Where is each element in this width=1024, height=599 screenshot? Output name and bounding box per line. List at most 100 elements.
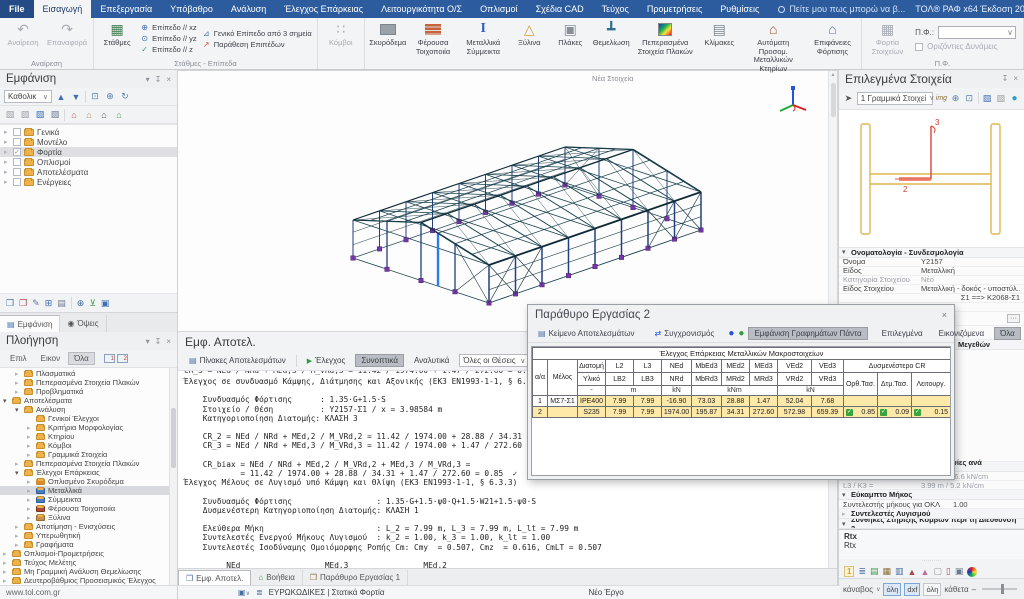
tab-insert[interactable]: Εισαγωγή	[34, 0, 92, 18]
results-bottom-tab[interactable]: ❒Εμφ. Αποτελ.	[178, 570, 251, 585]
green-dot-icon[interactable]: ●	[738, 328, 744, 339]
checkbox[interactable]	[13, 138, 21, 146]
close-icon[interactable]: ×	[942, 310, 947, 320]
juxtapose-planes-button[interactable]: ↗Παράθεση Επιπέδων	[202, 39, 312, 49]
tool-icon[interactable]: ❒	[6, 298, 14, 309]
nav-tab-shown[interactable]: Εικον	[35, 352, 66, 365]
nav-tab-all[interactable]: Όλα	[68, 352, 95, 365]
tab-analysis[interactable]: Ανάλυση	[222, 0, 275, 18]
table-row[interactable]: 1 ΜΣ7-Σ1 IPE400 7.99 7.99 -16.90 73.03 2…	[533, 396, 951, 407]
detailed-toggle[interactable]: Αναλυτικά	[408, 354, 455, 367]
render-cube-icon[interactable]: ▧	[982, 93, 993, 104]
grid-all-toggle[interactable]: όλη	[883, 583, 901, 596]
prop-row[interactable]: Συντελεστής μήκους για ΟΚΛ1.00	[839, 500, 1024, 509]
tab-report[interactable]: Τεύχος	[593, 0, 638, 18]
tab-file[interactable]: File	[0, 0, 34, 18]
workwindow-2-icon[interactable]: 2	[117, 354, 128, 363]
tool-icon[interactable]: ▣	[101, 298, 110, 309]
tab-cad-drawings[interactable]: Σχέδια CAD	[527, 0, 593, 18]
zoom-window-icon[interactable]: ⊡	[964, 93, 975, 104]
hidden-line-icon[interactable]: ▧	[19, 109, 31, 120]
levels-button[interactable]: ▦Στάθμες	[97, 19, 137, 58]
undo-button[interactable]: ↶Αναίρεση	[3, 19, 43, 58]
tree-item-reinforcement[interactable]: ▸Οπλισμοί	[0, 157, 177, 167]
section-buckling[interactable]: ▸Συντελεστές Λυγισμού	[839, 509, 1024, 519]
solid-view-icon[interactable]: ●	[1009, 93, 1020, 104]
tab-settings[interactable]: Ρυθμίσεις	[711, 0, 768, 18]
view-home-tan-icon[interactable]: ⌂	[83, 110, 95, 120]
table-row[interactable]: 2 S235 7.99 7.99 1974.00 195.87 34.31 27…	[533, 407, 951, 418]
shown-filter[interactable]: Εικονιζόμενα	[933, 327, 990, 340]
image-button[interactable]: img	[936, 95, 947, 102]
prop-row[interactable]: L3 / K3 =3.99 m / 5.2 kN/cm	[839, 481, 1024, 490]
tool-icon[interactable]: ⊕	[77, 298, 85, 309]
zoom-window-icon[interactable]: ⊡	[89, 91, 101, 102]
tab-adequacy-check[interactable]: Έλεγχος Επάρκειας	[275, 0, 372, 18]
tool-icon[interactable]: ▥	[895, 566, 904, 577]
tool-icon[interactable]	[967, 567, 977, 577]
tool-icon[interactable]: ▲	[920, 567, 929, 577]
nav-item[interactable]: ▸Κριτήρια Μορφολογίας	[0, 423, 177, 432]
selected-filter[interactable]: Επιλεγμένα	[876, 327, 929, 340]
plane-yz-button[interactable]: ⊙Επίπεδο // yz	[140, 34, 197, 44]
close-icon[interactable]: ×	[166, 75, 171, 84]
tree-item-actions[interactable]: ▸Ενέργειες	[0, 177, 177, 187]
view-home-green-icon[interactable]: ⌂	[113, 110, 125, 120]
viewport-scrollbar[interactable]: ▴	[828, 71, 837, 331]
tool-icon[interactable]: ▣	[955, 566, 964, 577]
nav-item-results[interactable]: ▾Αποτελέσματα	[0, 396, 177, 405]
plane-xz-button[interactable]: ⊕Επίπεδο // xz	[140, 23, 197, 33]
tab-serviceability[interactable]: Λειτουργικότητα Ο/Σ	[372, 0, 471, 18]
plane-z-button[interactable]: ✓Επίπεδο // z	[140, 45, 197, 55]
tool-icon[interactable]: ▢	[933, 566, 942, 577]
shaded-icon[interactable]: ▧	[34, 109, 46, 120]
result-tables-button[interactable]: ▤Πίνακες Αποτελεσμάτων	[183, 354, 292, 367]
steel-composite-button[interactable]: IΜεταλλικά Σύμμεικτα	[458, 19, 508, 73]
tab-reinforcement[interactable]: Οπλισμοί	[471, 0, 526, 18]
checkbox-checked[interactable]: ✓	[13, 148, 21, 156]
close-icon[interactable]: ×	[166, 337, 171, 346]
nav-item-adequacy[interactable]: ▾Έλεγχοι Επάρκειας	[0, 468, 177, 477]
tool-icon[interactable]: ✎	[32, 298, 40, 309]
tell-me-search[interactable]: Πείτε μου πως μπορώ να β...	[768, 0, 915, 18]
workwindow1-bottom-tab[interactable]: ❒Παράθυρο Εργασίας 1	[303, 570, 408, 585]
view-home-dark-icon[interactable]: ⌂	[98, 110, 110, 120]
nodes-button[interactable]: ∷Κόμβοι	[321, 19, 361, 58]
nav-item[interactable]: ▸Οπλισμοί-Προμετρήσεις	[0, 549, 177, 558]
workwindow-1-icon[interactable]: 1	[104, 354, 115, 363]
tab-quantities[interactable]: Προμετρήσεις	[638, 0, 711, 18]
foundations-button[interactable]: ┻Θεμελίωση	[591, 19, 631, 73]
nav-item-analysis[interactable]: ▾Ανάλυση	[0, 405, 177, 414]
tool-icon[interactable]: ▤	[870, 566, 879, 577]
tool-icon[interactable]: ≣	[858, 566, 866, 577]
move-up-icon[interactable]: ▲	[55, 92, 67, 102]
close-icon[interactable]: ×	[1013, 74, 1018, 83]
nav-item[interactable]: ▸Κόμβοι	[0, 441, 177, 450]
dxf-toggle[interactable]: dxf	[904, 583, 920, 596]
minus-icon[interactable]: –	[972, 585, 976, 594]
nav-scrollbar[interactable]	[169, 368, 177, 585]
nav-item[interactable]: ▸Τεύχος Μελέτης	[0, 558, 177, 567]
panel-menu-icon[interactable]: ▾	[146, 75, 150, 84]
nav-item[interactable]: ▸Υπερωθητική	[0, 531, 177, 540]
nav-item-masonry[interactable]: ▸Φέρουσα Τοιχοποιία	[0, 504, 177, 513]
positions-combo[interactable]: Όλες οι Θέσεις∨	[459, 354, 529, 367]
element-loads-button[interactable]: ▦Φορτία Στοιχείων	[865, 19, 910, 58]
zoom-in-icon[interactable]: ⊕	[950, 93, 961, 104]
timber-button[interactable]: △Ξύλινα	[509, 19, 549, 73]
tree-item-general[interactable]: ▸Γενικά	[0, 127, 177, 137]
section-flex-length[interactable]: ▾Εύκαμπτο Μήκος	[839, 490, 1024, 500]
checkbox[interactable]	[13, 168, 21, 176]
horizontal-forces-checkbox[interactable]	[915, 43, 923, 51]
prop-row-connectivity[interactable]: Σ1 ==> Κ2068-Σ1	[839, 294, 1024, 303]
blue-dot-icon[interactable]: ●	[728, 328, 734, 339]
nav-item[interactable]: ▸Μη Γραμμική Ανάλυση Θεμελίωσης	[0, 567, 177, 576]
always-show-graphs-toggle[interactable]: Εμφάνιση Γραφημάτων Πάντα	[748, 327, 867, 340]
tool-icon[interactable]: ▲	[908, 567, 917, 577]
summary-toggle[interactable]: Συνοπτικά	[355, 354, 404, 367]
tree-item-model[interactable]: ▸Μοντέλο	[0, 137, 177, 147]
tool-icon[interactable]: ▦	[883, 566, 892, 577]
nav-item[interactable]: ▸Κτηρίου	[0, 432, 177, 441]
tool-icon[interactable]: 1	[844, 566, 854, 577]
nav-item-composite[interactable]: ▸Σύμμεικτα	[0, 495, 177, 504]
